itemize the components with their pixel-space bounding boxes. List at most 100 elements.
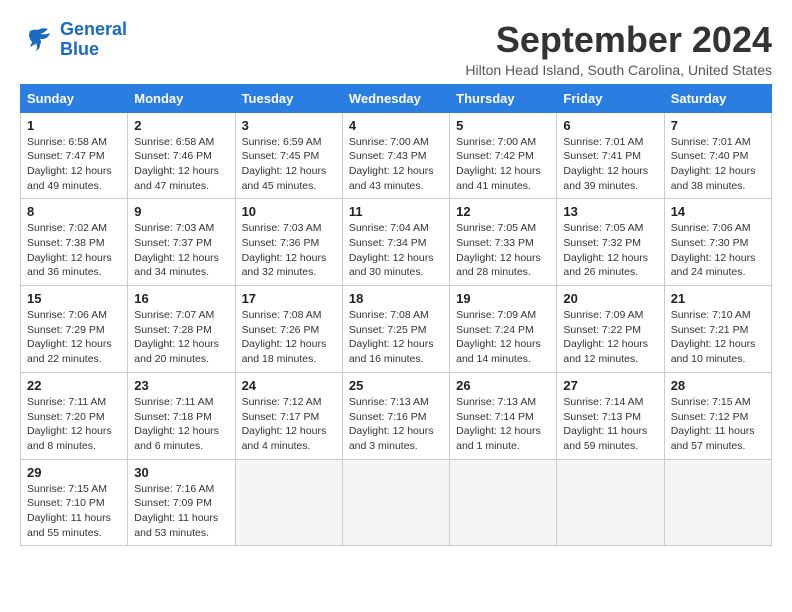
day-number: 1 <box>27 118 121 133</box>
calendar-cell <box>235 459 342 546</box>
day-number: 22 <box>27 378 121 393</box>
weekday-header-cell: Saturday <box>664 84 771 112</box>
calendar-cell: 20 Sunrise: 7:09 AM Sunset: 7:22 PM Dayli… <box>557 286 664 373</box>
calendar-cell: 15 Sunrise: 7:06 AM Sunset: 7:29 PM Dayli… <box>21 286 128 373</box>
day-info: Sunrise: 7:04 AM Sunset: 7:34 PM Dayligh… <box>349 221 443 280</box>
day-number: 23 <box>134 378 228 393</box>
month-title: September 2024 <box>465 20 772 60</box>
day-info: Sunrise: 7:00 AM Sunset: 7:43 PM Dayligh… <box>349 135 443 194</box>
day-number: 19 <box>456 291 550 306</box>
calendar-week-row: 8 Sunrise: 7:02 AM Sunset: 7:38 PM Daylig… <box>21 199 772 286</box>
calendar-cell: 28 Sunrise: 7:15 AM Sunset: 7:12 PM Dayli… <box>664 372 771 459</box>
day-info: Sunrise: 7:14 AM Sunset: 7:13 PM Dayligh… <box>563 395 657 454</box>
day-info: Sunrise: 7:15 AM Sunset: 7:12 PM Dayligh… <box>671 395 765 454</box>
calendar-cell: 24 Sunrise: 7:12 AM Sunset: 7:17 PM Dayli… <box>235 372 342 459</box>
calendar-cell: 21Sunrise: 7:10 AM Sunset: 7:21 PM Dayli… <box>664 286 771 373</box>
calendar-cell: 17 Sunrise: 7:08 AM Sunset: 7:26 PM Dayli… <box>235 286 342 373</box>
day-info: Sunrise: 7:01 AM Sunset: 7:40 PM Dayligh… <box>671 135 765 194</box>
calendar-cell: 10Sunrise: 7:03 AM Sunset: 7:36 PM Dayli… <box>235 199 342 286</box>
day-number: 29 <box>27 465 121 480</box>
calendar-cell: 19 Sunrise: 7:09 AM Sunset: 7:24 PM Dayli… <box>450 286 557 373</box>
day-info: Sunrise: 7:05 AM Sunset: 7:33 PM Dayligh… <box>456 221 550 280</box>
day-info: Sunrise: 7:06 AM Sunset: 7:30 PM Dayligh… <box>671 221 765 280</box>
calendar-body: 1 Sunrise: 6:58 AM Sunset: 7:47 PM Daylig… <box>21 112 772 546</box>
logo-line1: General <box>60 19 127 39</box>
calendar-cell: 26Sunrise: 7:13 AM Sunset: 7:14 PM Dayli… <box>450 372 557 459</box>
calendar-table: SundayMondayTuesdayWednesdayThursdayFrid… <box>20 84 772 547</box>
day-info: Sunrise: 7:01 AM Sunset: 7:41 PM Dayligh… <box>563 135 657 194</box>
calendar-cell: 27 Sunrise: 7:14 AM Sunset: 7:13 PM Dayli… <box>557 372 664 459</box>
day-info: Sunrise: 7:06 AM Sunset: 7:29 PM Dayligh… <box>27 308 121 367</box>
day-number: 14 <box>671 204 765 219</box>
day-number: 11 <box>349 204 443 219</box>
calendar-cell: 23 Sunrise: 7:11 AM Sunset: 7:18 PM Dayli… <box>128 372 235 459</box>
logo: General Blue <box>20 20 127 60</box>
day-number: 21 <box>671 291 765 306</box>
calendar-cell <box>664 459 771 546</box>
calendar-cell <box>450 459 557 546</box>
day-number: 3 <box>242 118 336 133</box>
day-number: 5 <box>456 118 550 133</box>
weekday-header-cell: Tuesday <box>235 84 342 112</box>
calendar-cell: 30 Sunrise: 7:16 AM Sunset: 7:09 PM Dayli… <box>128 459 235 546</box>
day-number: 9 <box>134 204 228 219</box>
day-info: Sunrise: 7:12 AM Sunset: 7:17 PM Dayligh… <box>242 395 336 454</box>
day-info: Sunrise: 7:08 AM Sunset: 7:25 PM Dayligh… <box>349 308 443 367</box>
day-number: 26 <box>456 378 550 393</box>
calendar-cell: 29Sunrise: 7:15 AM Sunset: 7:10 PM Dayli… <box>21 459 128 546</box>
calendar-week-row: 1 Sunrise: 6:58 AM Sunset: 7:47 PM Daylig… <box>21 112 772 199</box>
calendar-cell: 8 Sunrise: 7:02 AM Sunset: 7:38 PM Daylig… <box>21 199 128 286</box>
calendar-cell: 11 Sunrise: 7:04 AM Sunset: 7:34 PM Dayli… <box>342 199 449 286</box>
location-subtitle: Hilton Head Island, South Carolina, Unit… <box>465 62 772 78</box>
calendar-cell: 5 Sunrise: 7:00 AM Sunset: 7:42 PM Daylig… <box>450 112 557 199</box>
day-info: Sunrise: 7:03 AM Sunset: 7:36 PM Dayligh… <box>242 221 336 280</box>
weekday-header-cell: Thursday <box>450 84 557 112</box>
calendar-cell: 2 Sunrise: 6:58 AM Sunset: 7:46 PM Daylig… <box>128 112 235 199</box>
calendar-week-row: 15 Sunrise: 7:06 AM Sunset: 7:29 PM Dayli… <box>21 286 772 373</box>
calendar-cell: 7 Sunrise: 7:01 AM Sunset: 7:40 PM Daylig… <box>664 112 771 199</box>
day-number: 20 <box>563 291 657 306</box>
day-info: Sunrise: 7:00 AM Sunset: 7:42 PM Dayligh… <box>456 135 550 194</box>
day-number: 15 <box>27 291 121 306</box>
day-number: 30 <box>134 465 228 480</box>
calendar-week-row: 29Sunrise: 7:15 AM Sunset: 7:10 PM Dayli… <box>21 459 772 546</box>
day-number: 12 <box>456 204 550 219</box>
day-info: Sunrise: 7:11 AM Sunset: 7:18 PM Dayligh… <box>134 395 228 454</box>
calendar-cell <box>557 459 664 546</box>
day-info: Sunrise: 7:09 AM Sunset: 7:22 PM Dayligh… <box>563 308 657 367</box>
weekday-header-cell: Wednesday <box>342 84 449 112</box>
day-info: Sunrise: 7:13 AM Sunset: 7:16 PM Dayligh… <box>349 395 443 454</box>
calendar-cell: 16Sunrise: 7:07 AM Sunset: 7:28 PM Dayli… <box>128 286 235 373</box>
calendar-cell: 25 Sunrise: 7:13 AM Sunset: 7:16 PM Dayli… <box>342 372 449 459</box>
day-number: 8 <box>27 204 121 219</box>
day-number: 6 <box>563 118 657 133</box>
day-info: Sunrise: 7:03 AM Sunset: 7:37 PM Dayligh… <box>134 221 228 280</box>
calendar-cell: 18 Sunrise: 7:08 AM Sunset: 7:25 PM Dayli… <box>342 286 449 373</box>
day-info: Sunrise: 6:58 AM Sunset: 7:46 PM Dayligh… <box>134 135 228 194</box>
day-number: 24 <box>242 378 336 393</box>
day-number: 17 <box>242 291 336 306</box>
calendar-cell: 1 Sunrise: 6:58 AM Sunset: 7:47 PM Daylig… <box>21 112 128 199</box>
day-info: Sunrise: 7:09 AM Sunset: 7:24 PM Dayligh… <box>456 308 550 367</box>
weekday-header-cell: Friday <box>557 84 664 112</box>
day-number: 7 <box>671 118 765 133</box>
day-number: 2 <box>134 118 228 133</box>
calendar-cell: 14 Sunrise: 7:06 AM Sunset: 7:30 PM Dayli… <box>664 199 771 286</box>
day-info: Sunrise: 7:16 AM Sunset: 7:09 PM Dayligh… <box>134 482 228 541</box>
calendar-cell: 13Sunrise: 7:05 AM Sunset: 7:32 PM Dayli… <box>557 199 664 286</box>
calendar-cell: 3Sunrise: 6:59 AM Sunset: 7:45 PM Daylig… <box>235 112 342 199</box>
day-info: Sunrise: 7:08 AM Sunset: 7:26 PM Dayligh… <box>242 308 336 367</box>
logo-text: General Blue <box>60 20 127 60</box>
day-number: 18 <box>349 291 443 306</box>
day-number: 28 <box>671 378 765 393</box>
calendar-cell: 12 Sunrise: 7:05 AM Sunset: 7:33 PM Dayli… <box>450 199 557 286</box>
day-number: 27 <box>563 378 657 393</box>
calendar-cell: 22Sunrise: 7:11 AM Sunset: 7:20 PM Dayli… <box>21 372 128 459</box>
day-number: 4 <box>349 118 443 133</box>
logo-icon <box>20 25 56 55</box>
day-info: Sunrise: 6:58 AM Sunset: 7:47 PM Dayligh… <box>27 135 121 194</box>
logo-line2: Blue <box>60 39 99 59</box>
calendar-cell: 6 Sunrise: 7:01 AM Sunset: 7:41 PM Daylig… <box>557 112 664 199</box>
day-info: Sunrise: 7:02 AM Sunset: 7:38 PM Dayligh… <box>27 221 121 280</box>
day-number: 25 <box>349 378 443 393</box>
